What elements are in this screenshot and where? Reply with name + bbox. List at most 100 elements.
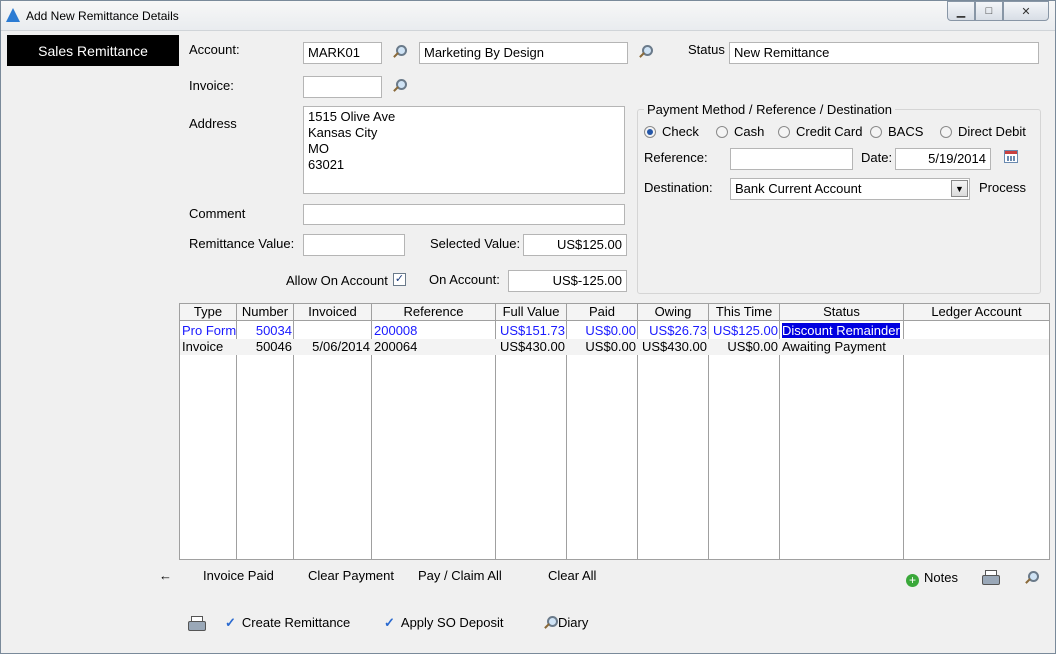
radio-check-label: Check	[662, 124, 699, 139]
column-header-owing[interactable]: Owing	[638, 304, 709, 320]
address-field[interactable]: 1515 Olive Ave Kansas City MO 63021	[303, 106, 625, 194]
diary-label: Diary	[558, 615, 589, 630]
search-icon[interactable]	[1024, 571, 1039, 585]
grid-actions-bar: Invoice Paid Clear Payment Pay / Claim A…	[179, 561, 1050, 591]
diary-button[interactable]: Diary	[543, 615, 588, 630]
account-lookup-icon[interactable]	[392, 45, 407, 59]
table-row[interactable]: Pro Form 50034 200008 US$151.73 US$0.00 …	[180, 323, 1049, 339]
allow-on-account-checkbox[interactable]: ✓	[393, 273, 406, 286]
date-field[interactable]: 5/19/2014	[895, 148, 991, 170]
column-header-status[interactable]: Status	[780, 304, 904, 320]
radio-bacs[interactable]: BACS	[870, 124, 923, 139]
radio-direct-debit[interactable]: Direct Debit	[940, 124, 1026, 139]
column-header-full-value[interactable]: Full Value	[496, 304, 567, 320]
notes-button[interactable]: + Notes	[906, 570, 958, 587]
calendar-icon[interactable]	[1004, 150, 1018, 163]
selected-value-field: US$125.00	[523, 234, 627, 256]
invoice-lookup-icon[interactable]	[392, 79, 407, 93]
on-account-label: On Account:	[429, 272, 500, 287]
radio-cash-dot[interactable]	[716, 125, 728, 138]
column-header-paid[interactable]: Paid	[567, 304, 638, 320]
radio-check-dot[interactable]	[644, 125, 656, 138]
cell-status[interactable]: Discount Remainder	[782, 323, 900, 338]
minimize-button[interactable]: ▁	[947, 1, 975, 21]
invoice-field[interactable]	[303, 76, 382, 98]
cell-this-time[interactable]: US$0.00	[709, 339, 780, 355]
sidebar-item-sales-remittance[interactable]: Sales Remittance	[7, 35, 179, 66]
remittance-window: Add New Remittance Details ▁ □ ✕ Sales R…	[0, 0, 1056, 654]
diary-search-icon	[543, 616, 558, 630]
address-label: Address	[189, 116, 237, 131]
bottom-toolbar: ✓ Create Remittance ✓ Apply SO Deposit Dia…	[179, 601, 1050, 645]
cell-invoiced	[294, 323, 372, 339]
radio-direct-debit-dot[interactable]	[940, 125, 952, 138]
status-field: New Remittance	[729, 42, 1039, 64]
chevron-down-icon[interactable]: ▼	[951, 180, 968, 197]
add-notes-icon: +	[906, 574, 919, 587]
pay-claim-all-button[interactable]: Pay / Claim All	[418, 568, 502, 583]
account-name-field[interactable]: Marketing By Design	[419, 42, 628, 64]
process-label: Process	[979, 180, 1026, 195]
radio-check[interactable]: Check	[644, 124, 699, 139]
checkmark-icon: ✓	[384, 615, 395, 630]
cell-full-value: US$151.73	[499, 323, 565, 338]
print-icon[interactable]	[982, 570, 1000, 585]
clear-all-button[interactable]: Clear All	[548, 568, 596, 583]
column-header-reference[interactable]: Reference	[372, 304, 496, 320]
cell-ledger-account[interactable]	[904, 323, 1049, 339]
column-divider	[779, 321, 780, 559]
window-title: Add New Remittance Details	[26, 9, 179, 23]
cell-reference: 200064	[374, 339, 418, 354]
account-name-search-icon[interactable]	[638, 45, 653, 59]
reference-field[interactable]	[730, 148, 853, 170]
comment-field[interactable]	[303, 204, 625, 225]
cell-full-value: US$430.00	[499, 339, 565, 354]
title-bar[interactable]: Add New Remittance Details ▁ □ ✕	[1, 1, 1055, 31]
apply-so-deposit-button[interactable]: ✓ Apply SO Deposit	[384, 615, 504, 631]
cell-reference: 200008	[374, 323, 418, 338]
close-button[interactable]: ✕	[1003, 1, 1049, 21]
account-code-field[interactable]: MARK01	[303, 42, 382, 64]
create-remittance-button[interactable]: ✓ Create Remittance	[225, 615, 350, 631]
back-arrow-icon[interactable]: ←	[159, 568, 172, 583]
window-controls: ▁ □ ✕	[947, 1, 1049, 21]
invoice-paid-button[interactable]: Invoice Paid	[203, 568, 274, 583]
radio-credit-card-dot[interactable]	[778, 125, 790, 138]
column-header-number[interactable]: Number	[237, 304, 294, 320]
cell-ledger-account[interactable]	[904, 339, 1049, 355]
apply-so-deposit-label: Apply SO Deposit	[400, 615, 504, 630]
maximize-button[interactable]: □	[975, 1, 1003, 21]
column-divider	[293, 321, 294, 559]
clear-payment-button[interactable]: Clear Payment	[308, 568, 394, 583]
table-row[interactable]: Invoice 50046 5/06/2014 200064 US$430.00…	[180, 339, 1049, 355]
cell-type: Pro Form	[182, 323, 237, 338]
cell-paid: US$0.00	[585, 323, 636, 338]
radio-cash-label: Cash	[734, 124, 765, 139]
address-line: MO	[308, 141, 329, 156]
address-line: 1515 Olive Ave	[308, 109, 396, 124]
cell-paid: US$0.00	[585, 339, 636, 354]
column-header-invoiced[interactable]: Invoiced	[294, 304, 372, 320]
cell-this-time[interactable]: US$125.00	[709, 323, 780, 339]
radio-credit-card[interactable]: Credit Card	[778, 124, 862, 139]
column-header-type[interactable]: Type	[180, 304, 237, 320]
column-divider	[903, 321, 904, 559]
column-divider	[495, 321, 496, 559]
destination-select[interactable]: Bank Current Account ▼	[730, 178, 970, 200]
column-header-ledger-account[interactable]: Ledger Account	[904, 304, 1049, 320]
print-remittance-icon[interactable]	[188, 616, 206, 631]
radio-cash[interactable]: Cash	[716, 124, 764, 139]
app-icon	[6, 8, 20, 22]
remittance-value-field[interactable]	[303, 234, 405, 256]
column-header-this-time[interactable]: This Time	[709, 304, 780, 320]
checkmark-icon: ✓	[225, 615, 236, 630]
destination-label: Destination:	[644, 180, 713, 195]
allow-on-account-label: Allow On Account	[286, 273, 388, 288]
radio-bacs-dot[interactable]	[870, 125, 882, 138]
cell-number: 50034	[255, 323, 292, 338]
column-divider	[236, 321, 237, 559]
cell-type: Invoice	[182, 339, 224, 354]
invoice-label: Invoice:	[189, 78, 234, 93]
address-line: 63021	[308, 157, 345, 172]
selected-value-label: Selected Value:	[430, 236, 521, 251]
